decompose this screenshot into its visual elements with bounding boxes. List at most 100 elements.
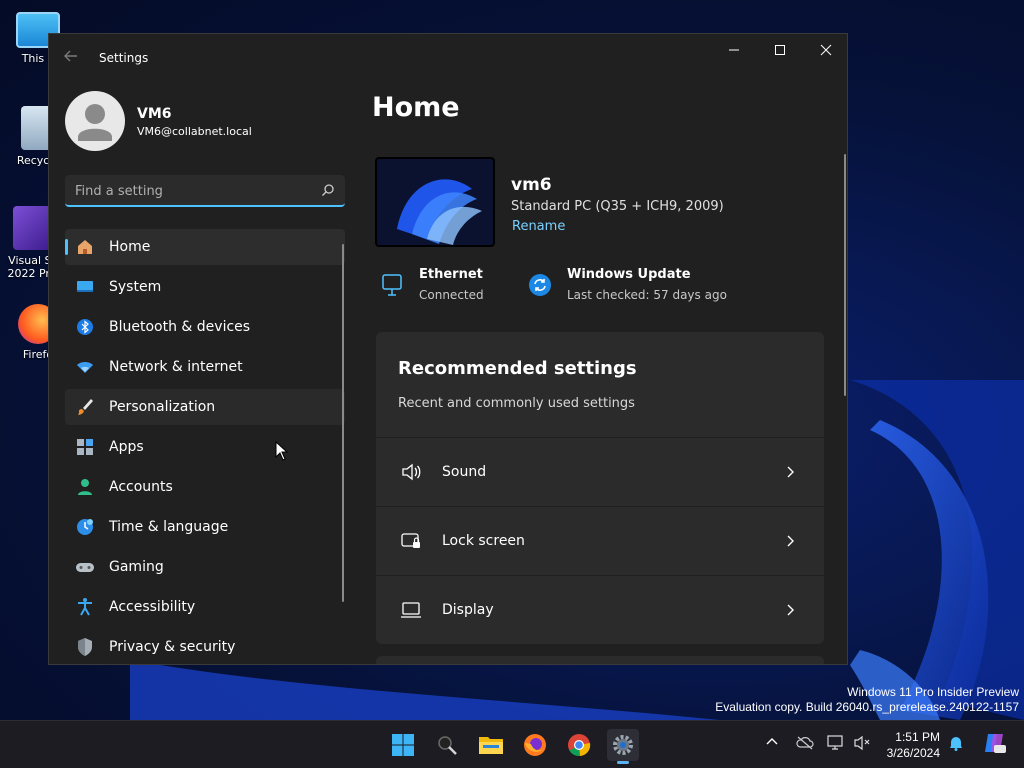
tray-ethernet[interactable] xyxy=(827,735,845,755)
minimize-button[interactable] xyxy=(711,34,757,66)
apps-icon xyxy=(75,437,95,457)
cloud-offline-icon xyxy=(796,736,814,750)
recommended-row-label: Sound xyxy=(442,463,487,480)
recommended-row-lock-screen[interactable]: Lock screen xyxy=(376,506,824,574)
taskbar-clock[interactable]: 1:51 PM 3/26/2024 xyxy=(887,729,940,761)
close-icon xyxy=(820,44,832,56)
chevron-up-icon xyxy=(766,738,778,745)
ethernet-icon xyxy=(382,274,402,296)
title-bar[interactable]: Settings xyxy=(49,34,847,82)
sidebar-item-label: Gaming xyxy=(109,559,164,575)
ethernet-status: Connected xyxy=(419,288,484,302)
recommended-subtitle: Recent and commonly used settings xyxy=(398,396,635,411)
next-card-partial xyxy=(376,656,824,664)
sidebar-item-label: Accounts xyxy=(109,479,173,495)
sidebar-item-label: Network & internet xyxy=(109,359,243,375)
taskbar-file-explorer[interactable] xyxy=(475,729,507,761)
evaluation-watermark: Windows 11 Pro Insider Preview Evaluatio… xyxy=(715,685,1019,715)
search-box[interactable] xyxy=(65,175,345,207)
tray-network[interactable] xyxy=(796,735,814,755)
active-app-indicator xyxy=(617,761,629,764)
bluetooth-icon xyxy=(75,317,95,337)
sidebar-item-gaming[interactable]: Gaming xyxy=(65,549,345,585)
tray-volume[interactable] xyxy=(853,735,871,755)
windows-logo-icon xyxy=(392,734,414,756)
windows-update-status: Last checked: 57 days ago xyxy=(567,288,727,302)
windows-update-icon xyxy=(529,274,551,296)
avatar[interactable] xyxy=(65,91,125,151)
search-input[interactable] xyxy=(75,181,315,201)
taskbar-settings[interactable] xyxy=(607,729,639,764)
sidebar-item-label: Bluetooth & devices xyxy=(109,319,251,335)
sidebar-item-label: Home xyxy=(109,239,151,255)
network-icon xyxy=(75,357,95,377)
sidebar-item-home[interactable]: Home xyxy=(65,229,345,265)
back-button[interactable] xyxy=(63,48,83,68)
taskbar-search-button[interactable] xyxy=(431,729,463,761)
device-wallpaper-thumbnail xyxy=(375,157,495,247)
clock-date: 3/26/2024 xyxy=(886,746,940,760)
rename-link[interactable]: Rename xyxy=(512,219,565,234)
bell-icon xyxy=(950,737,962,751)
recommended-settings-card: Recommended settings Recent and commonly… xyxy=(376,332,824,644)
sidebar-item-accounts[interactable]: Accounts xyxy=(65,469,345,505)
windows-bloom-image xyxy=(377,159,493,245)
close-button[interactable] xyxy=(803,34,847,66)
sidebar-item-bluetooth[interactable]: Bluetooth & devices xyxy=(65,309,345,345)
volume-muted-icon xyxy=(854,735,870,751)
watermark-line2: Evaluation copy. Build 26040.rs_prerelea… xyxy=(715,700,1019,714)
start-button[interactable] xyxy=(387,729,419,761)
profile-email: VM6@collabnet.local xyxy=(137,125,252,138)
sidebar-item-personalization[interactable]: Personalization xyxy=(65,389,345,425)
sidebar-item-accessibility[interactable]: Accessibility xyxy=(65,589,345,625)
maximize-icon xyxy=(775,45,785,55)
copilot-icon xyxy=(985,734,1006,753)
accessibility-icon xyxy=(75,597,95,617)
page-title: Home xyxy=(372,92,460,123)
main-scrollbar[interactable] xyxy=(844,154,846,396)
taskbar-chrome[interactable] xyxy=(563,729,595,761)
back-arrow-icon xyxy=(64,50,77,62)
sound-icon xyxy=(400,461,422,483)
recommended-title: Recommended settings xyxy=(398,358,637,379)
ethernet-title[interactable]: Ethernet xyxy=(419,267,483,282)
sidebar-item-label: Apps xyxy=(109,439,144,455)
firefox-icon xyxy=(524,734,546,756)
tray-overflow-button[interactable] xyxy=(765,735,779,753)
sidebar-item-network[interactable]: Network & internet xyxy=(65,349,345,385)
user-avatar-icon xyxy=(78,104,112,141)
system-icon xyxy=(75,277,95,297)
sidebar-item-time-language[interactable]: Time & language xyxy=(65,509,345,545)
sidebar-item-apps[interactable]: Apps xyxy=(65,429,345,465)
sidebar-item-label: Privacy & security xyxy=(109,639,236,655)
window-title: Settings xyxy=(99,51,149,65)
recommended-row-label: Display xyxy=(442,601,494,618)
watermark-line1: Windows 11 Pro Insider Preview xyxy=(847,685,1019,699)
maximize-button[interactable] xyxy=(757,34,803,66)
windows-update-title[interactable]: Windows Update xyxy=(567,267,691,282)
time-language-icon xyxy=(75,517,95,537)
settings-gear-icon xyxy=(613,735,633,755)
sidebar-item-label: Accessibility xyxy=(109,599,196,615)
accounts-icon xyxy=(75,477,95,497)
taskbar: 1:51 PM 3/26/2024 xyxy=(0,720,1024,768)
search-icon xyxy=(322,184,334,196)
recommended-row-display[interactable]: Display xyxy=(376,575,824,643)
recommended-row-sound[interactable]: Sound xyxy=(376,437,824,505)
device-name: vm6 xyxy=(511,175,552,195)
sidebar-item-system[interactable]: System xyxy=(65,269,345,305)
taskbar-firefox[interactable] xyxy=(519,729,551,761)
shield-icon xyxy=(75,637,95,657)
lock-screen-icon xyxy=(400,530,422,552)
clock-time: 1:51 PM xyxy=(895,730,940,744)
personalization-icon xyxy=(75,397,95,417)
recommended-row-label: Lock screen xyxy=(442,532,525,549)
sidebar-scrollbar[interactable] xyxy=(342,244,344,602)
home-icon xyxy=(75,237,95,257)
notifications-button[interactable] xyxy=(948,735,964,755)
display-icon xyxy=(400,599,422,621)
copilot-button[interactable] xyxy=(982,731,1006,759)
device-model: Standard PC (Q35 + ICH9, 2009) xyxy=(511,199,724,214)
sidebar-item-privacy[interactable]: Privacy & security xyxy=(65,629,345,664)
profile-name: VM6 xyxy=(137,106,172,122)
